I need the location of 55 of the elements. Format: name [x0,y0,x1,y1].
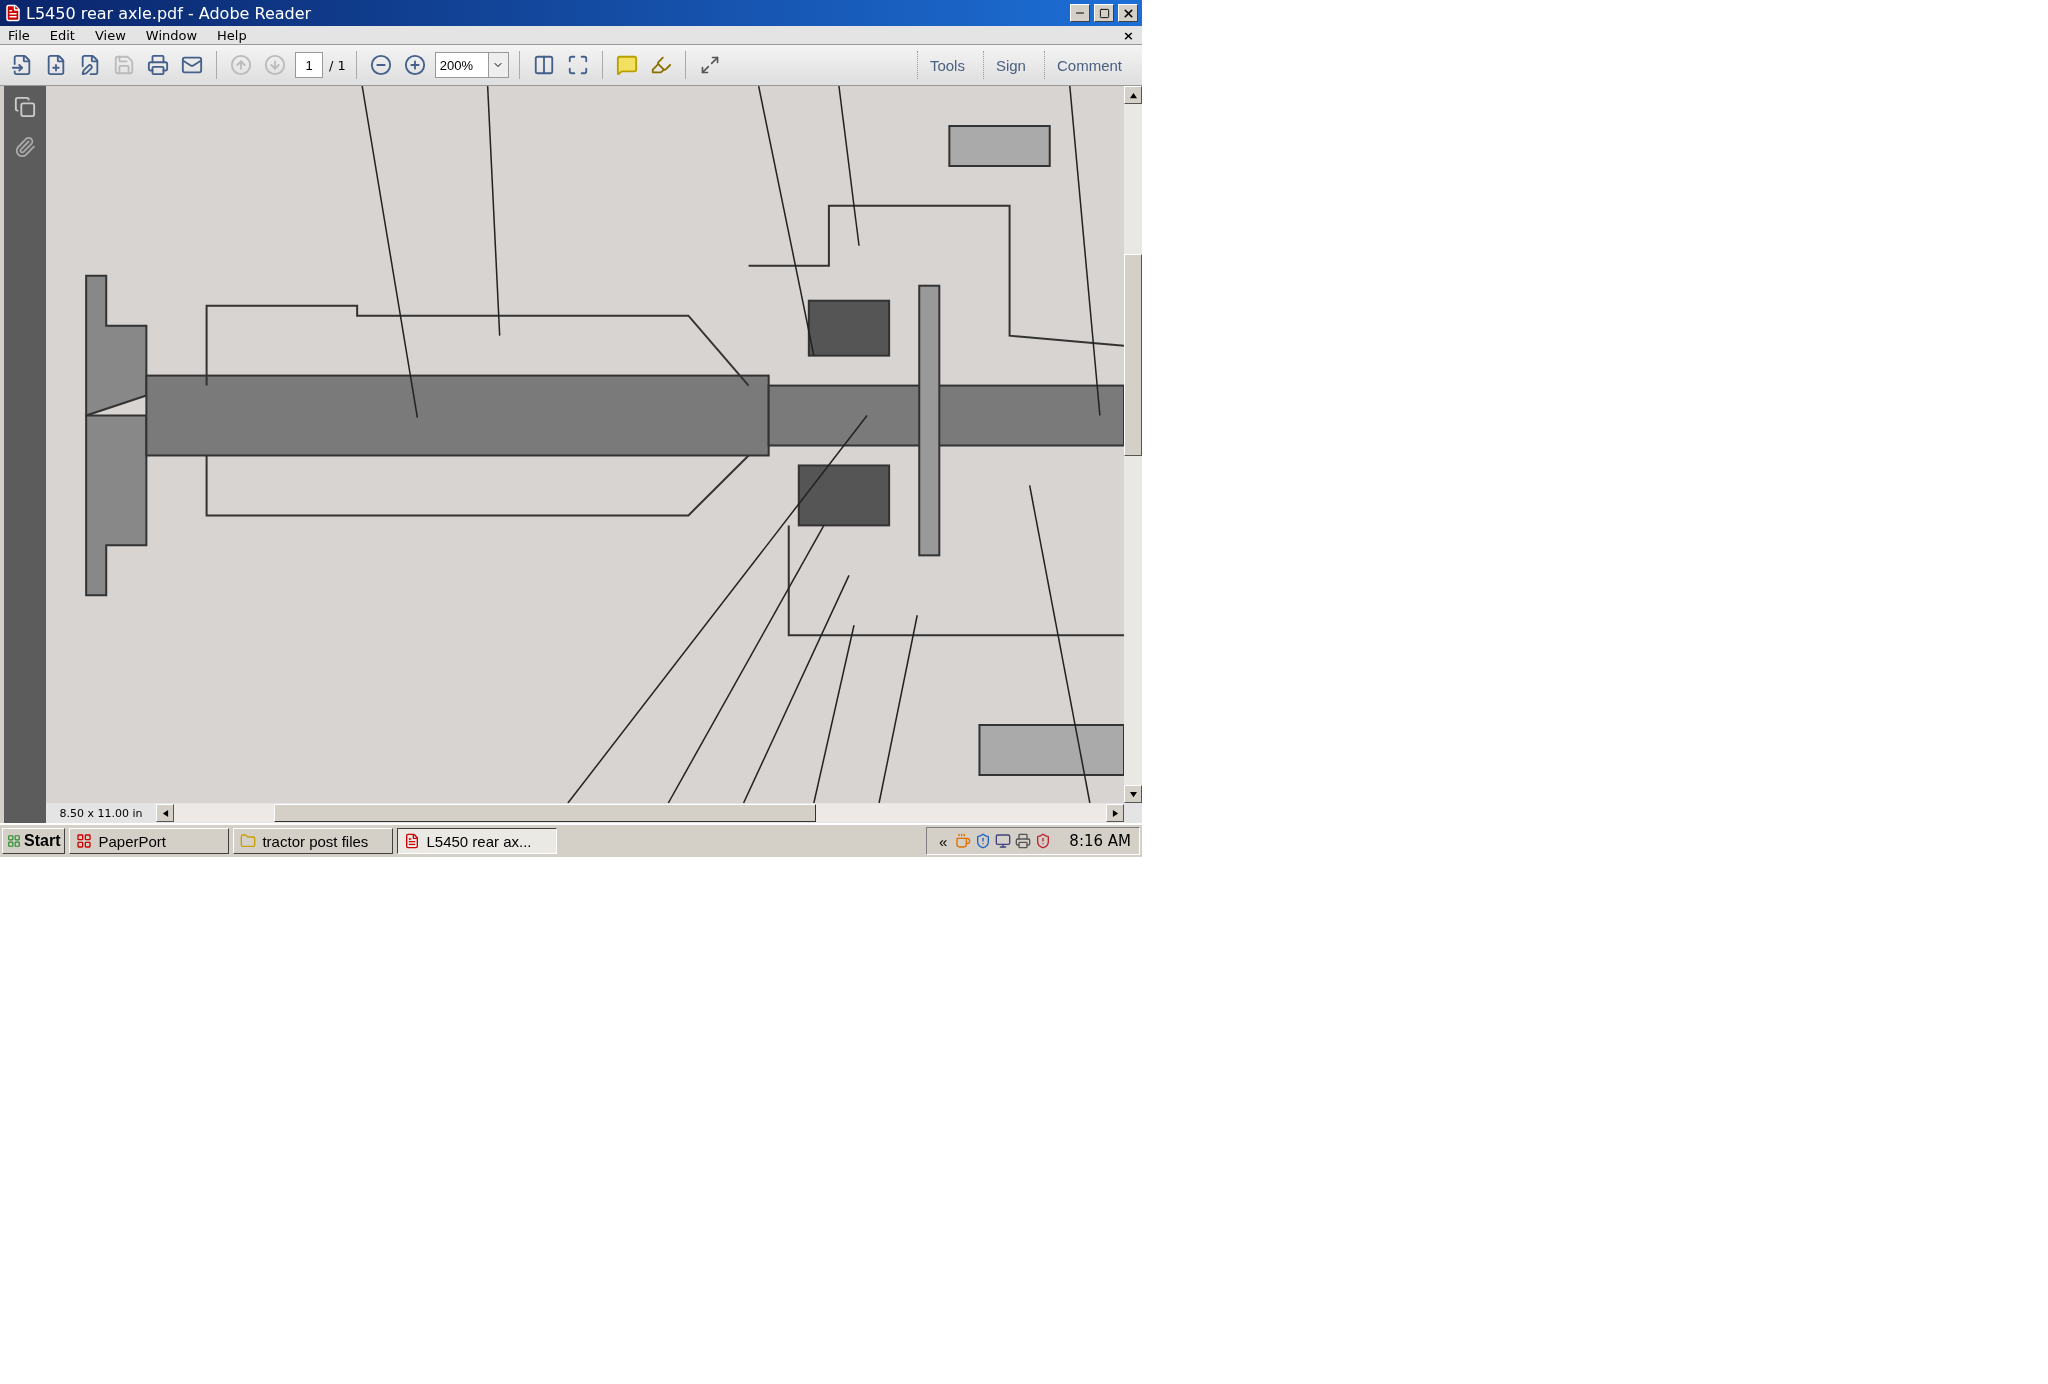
show-hidden-icons-button[interactable]: « [935,832,952,850]
folder-icon [240,833,257,849]
pane-button[interactable]: Comment [1043,51,1134,79]
pages-icon[interactable] [14,96,36,118]
dropdown-button[interactable] [487,53,508,77]
zoom-field[interactable]: 200% [434,52,509,78]
pane-button[interactable]: Sign [982,51,1038,79]
arrow-down-icon [264,54,286,76]
save-icon [113,54,135,76]
window-title: L5450 rear axle.pdf - Adobe Reader [26,3,313,23]
left-triangle-icon [161,809,169,817]
create-pdf-icon [11,54,33,76]
taskbar-button[interactable]: PaperPort [69,828,230,854]
close-document-button[interactable]: × [1123,27,1134,43]
menu-item[interactable]: File [8,27,30,43]
menu-item[interactable]: Window [145,27,198,43]
page-size-label: 8.50 x 11.00 in [58,806,144,820]
menu-item[interactable]: Help [217,27,247,43]
arrow-up-icon [230,54,252,76]
menu-item[interactable]: View [94,27,126,43]
close-button[interactable] [1118,4,1138,22]
right-triangle-icon [1111,809,1119,817]
maximize-icon [1098,7,1110,19]
edit-file-icon [79,54,101,76]
minimize-button[interactable] [1070,4,1090,22]
up-triangle-icon [1129,91,1137,99]
taskbar-button[interactable]: tractor post files [233,828,394,854]
pane-button[interactable]: Tools [916,51,977,79]
grid-icon [76,833,93,849]
horizontal-scrollbar[interactable] [174,804,1106,822]
scroll-down-button[interactable] [1124,785,1142,803]
mail-icon [181,54,203,76]
shield-icon[interactable] [1035,833,1052,849]
document-icon [404,833,421,849]
file-plus-icon [45,54,67,76]
start-button[interactable]: Start [2,828,66,854]
clock: 8:16 AM [1069,832,1131,850]
page-number-field[interactable]: 1 [295,52,323,78]
maximize-button[interactable] [1094,4,1114,22]
monitor-icon[interactable] [995,833,1012,849]
attachment-icon[interactable] [14,136,36,158]
menu-item[interactable]: Edit [49,27,75,43]
shield-icon[interactable] [975,833,992,849]
printer-icon[interactable] [1015,833,1032,849]
print-icon [147,54,169,76]
scroll-thumb[interactable] [274,804,816,822]
vertical-scrollbar[interactable] [1124,86,1142,803]
scroll-left-button[interactable] [156,804,174,822]
down-triangle-icon [1129,790,1137,798]
close-icon [1121,6,1135,20]
page-total: / 1 [329,57,346,73]
scroll-up-button[interactable] [1124,86,1142,104]
taskbar-button[interactable]: L5450 rear ax... [397,828,558,854]
scroll-thumb[interactable] [1124,254,1142,456]
scroll-right-button[interactable] [1106,804,1124,822]
